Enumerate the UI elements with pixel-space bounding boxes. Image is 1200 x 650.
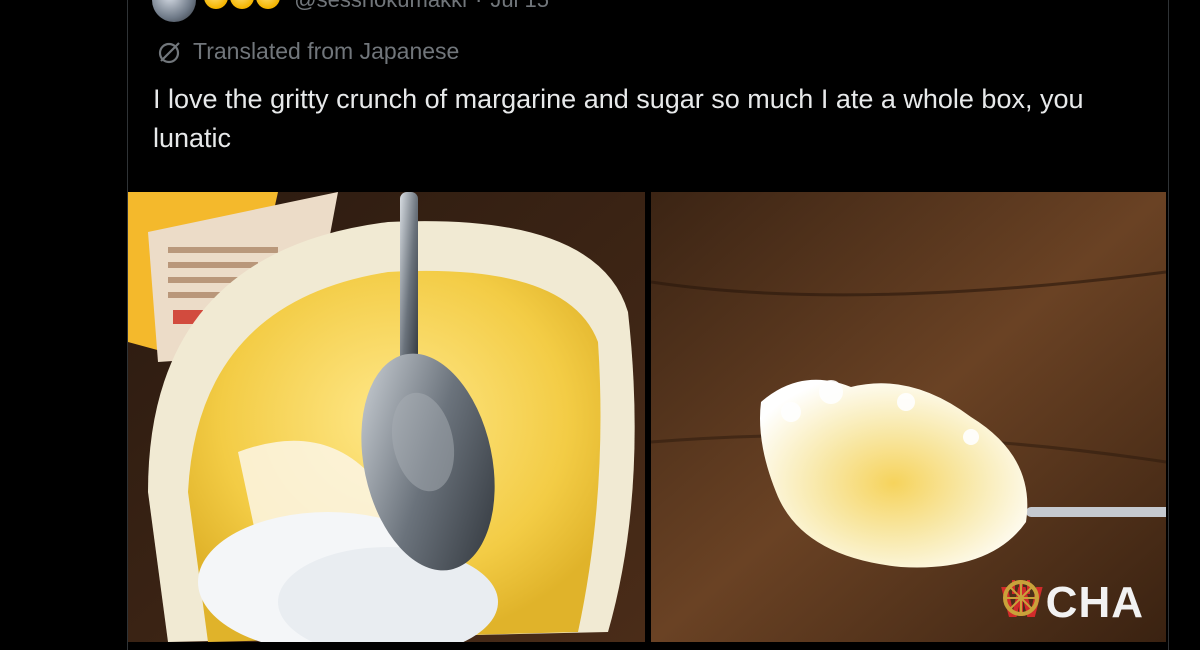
translate-icon [158,41,180,63]
watermark: W CHA [1001,578,1144,628]
margarine-tub-illustration [128,192,645,642]
spoonful-illustration [651,192,1166,642]
emoji-icon [230,0,255,9]
media-grid: W CHA [128,192,1166,642]
emoji-row [204,0,281,15]
tweet-text: I love the gritty crunch of margarine an… [153,84,1084,153]
separator-dot: · [475,0,482,13]
tweet-header: @sesshokumakki · Jul 15 [152,0,549,22]
translation-label[interactable]: Translated from Japanese [193,38,459,65]
photo-margarine-tub[interactable] [128,192,645,642]
translation-notice: Translated from Japanese [157,38,459,65]
photo-spoonful[interactable]: W CHA [651,192,1166,642]
avatar[interactable] [152,0,196,22]
tweet-date[interactable]: Jul 15 [490,0,549,13]
emoji-icon [256,0,281,9]
user-handle[interactable]: @sesshokumakki [294,0,467,13]
wheel-icon [1003,580,1040,616]
emoji-icon [204,0,228,9]
watermark-text: CHA [1045,578,1144,627]
